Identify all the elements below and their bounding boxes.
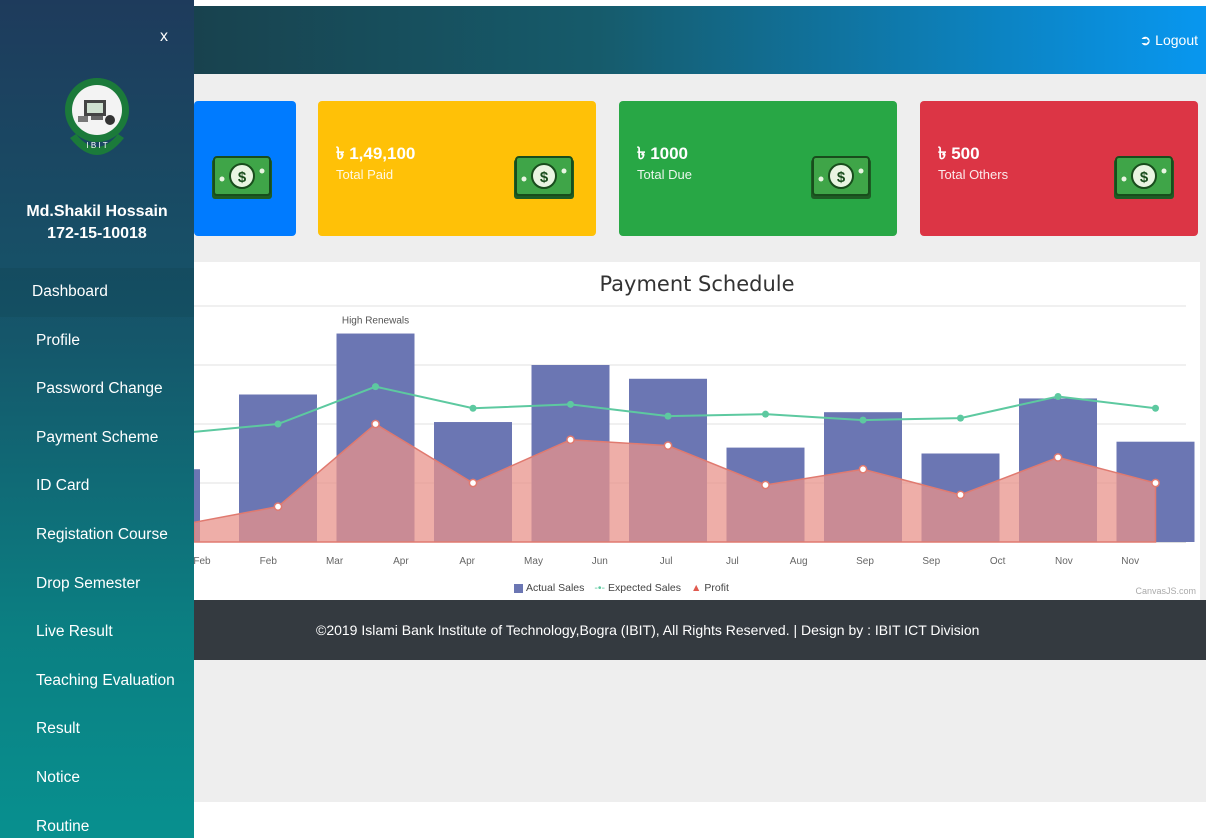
legend-item-profit[interactable]: ▲ Profit	[691, 582, 729, 594]
sidebar-item-notice[interactable]: Notice	[0, 754, 194, 803]
sidebar-item-routine[interactable]: Routine	[0, 803, 194, 838]
legend-item-expected-sales[interactable]: -•- Expected Sales	[594, 582, 681, 594]
payment-schedule-chart: Payment Schedule High Renewals Feb Feb Mar A…	[194, 262, 1200, 600]
point-profit	[858, 464, 868, 474]
footer-copyright: ©2019 Islami Bank Institute of Technolog…	[316, 622, 980, 638]
chart-annotation: High Renewals	[342, 316, 409, 327]
point-profit	[1151, 478, 1160, 488]
student-name: Md.Shakil Hossain	[26, 203, 168, 220]
sidebar-item-result[interactable]: Result	[0, 705, 194, 754]
legend-swatch-actual	[514, 583, 523, 593]
sidebar-item-live-result[interactable]: Live Result	[0, 608, 194, 657]
point-profit	[761, 480, 770, 490]
page: x I B I T Md.Shakil Hossain 172-15-10018…	[0, 0, 1206, 838]
logout-label: Logout	[1155, 32, 1198, 48]
sidebar-item-dashboard[interactable]: Dashboard	[0, 268, 194, 317]
svg-text:$: $	[238, 169, 247, 186]
point-expected-sales	[762, 410, 769, 418]
sidebar-item-profile[interactable]: Profile	[0, 317, 194, 366]
x-tick-label: Feb	[194, 556, 211, 567]
money-icon: $	[811, 156, 871, 199]
point-expected-sales	[274, 420, 282, 428]
sidebar: x I B I T Md.Shakil Hossain 172-15-10018…	[0, 0, 194, 838]
point-expected-sales	[1054, 392, 1062, 400]
money-icon: $	[1114, 156, 1174, 199]
sidebar-item-drop-semester[interactable]: Drop Semester	[0, 560, 194, 609]
point-profit	[566, 435, 575, 445]
summary-card-blue: $	[194, 101, 296, 236]
chart-plot: High Renewals Feb Feb Mar Apr Apr May Jun Jul Jul…	[194, 305, 1195, 567]
point-profit	[663, 441, 673, 450]
summary-card-total-paid: ৳ 1,49,100 Total Paid $	[318, 101, 596, 236]
point-profit	[1053, 453, 1063, 462]
sidebar-item-password-change[interactable]: Password Change	[0, 365, 194, 414]
total-others-label: Total Others	[938, 167, 1009, 182]
point-expected-sales	[372, 383, 379, 391]
legend-label-expected: Expected Sales	[608, 582, 682, 594]
point-profit	[371, 419, 380, 429]
point-profit	[273, 502, 283, 511]
sidebar-item-teaching-evaluation[interactable]: Teaching Evaluation	[0, 657, 194, 706]
svg-text:$: $	[837, 169, 846, 186]
x-tick-label: Jul	[726, 556, 739, 567]
total-due-label: Total Due	[637, 167, 692, 182]
x-tick-label: Apr	[459, 556, 475, 567]
legend-swatch-expected: -•-	[594, 582, 606, 594]
close-sidebar-button[interactable]: x	[160, 28, 168, 46]
x-tick-label: Mar	[326, 556, 344, 567]
point-expected-sales	[469, 404, 477, 412]
svg-text:$: $	[540, 169, 549, 186]
money-icon: $	[212, 156, 272, 199]
x-tick-label: Sep	[922, 556, 940, 567]
x-tick-label: Apr	[393, 556, 409, 567]
top-header: ➲ Logout	[194, 6, 1206, 74]
svg-text:$: $	[1140, 169, 1149, 186]
money-icon: $	[514, 156, 574, 199]
legend-item-actual-sales[interactable]: Actual Sales	[514, 582, 584, 594]
point-expected-sales	[567, 400, 574, 408]
x-tick-label: May	[524, 556, 543, 567]
x-tick-label: Jul	[660, 556, 673, 567]
total-paid-amount: ৳ 1,49,100	[336, 144, 416, 163]
sidebar-item-payment-scheme[interactable]: Payment Scheme	[0, 414, 194, 463]
x-tick-label: Nov	[1055, 556, 1073, 567]
svg-text:I B I T: I B I T	[86, 141, 107, 150]
legend-swatch-profit: ▲	[691, 582, 702, 594]
x-tick-label: Nov	[1121, 556, 1139, 567]
x-tick-label: Jun	[592, 556, 608, 567]
sign-out-icon: ➲	[1139, 32, 1152, 48]
sidebar-item-registation-course[interactable]: Registation Course	[0, 511, 194, 560]
summary-card-total-others: ৳ 500 Total Others $	[920, 101, 1198, 236]
summary-card-total-due: ৳ 1000 Total Due $	[619, 101, 897, 236]
point-expected-sales	[1152, 404, 1159, 412]
x-tick-label: Oct	[990, 556, 1006, 567]
institute-logo: I B I T	[65, 78, 129, 155]
chart-legend: Actual Sales -•- Expected Sales ▲ Profit	[514, 582, 729, 594]
total-others-amount: ৳ 500	[938, 144, 980, 163]
point-profit	[956, 490, 965, 500]
point-expected-sales	[957, 414, 964, 422]
point-profit	[468, 478, 478, 488]
total-paid-label: Total Paid	[336, 167, 394, 182]
x-tick-label: Sep	[856, 556, 874, 567]
student-id: 172-15-10018	[47, 225, 147, 242]
x-tick-label: Aug	[790, 556, 808, 567]
sidebar-item-id-card[interactable]: ID Card	[0, 462, 194, 511]
total-due-amount: ৳ 1000	[637, 144, 689, 163]
logout-button[interactable]: ➲ Logout	[1140, 32, 1198, 49]
point-expected-sales	[664, 412, 672, 420]
chart-credit[interactable]: CanvasJS.com	[1135, 586, 1196, 596]
footer: ©2019 Islami Bank Institute of Technolog…	[194, 600, 1206, 660]
legend-label-actual: Actual Sales	[526, 582, 585, 594]
point-expected-sales	[859, 416, 867, 424]
x-tick-label: Feb	[260, 556, 278, 567]
sidebar-nav: Dashboard Profile Password Change Paymen…	[0, 268, 194, 838]
legend-label-profit: Profit	[704, 582, 729, 594]
